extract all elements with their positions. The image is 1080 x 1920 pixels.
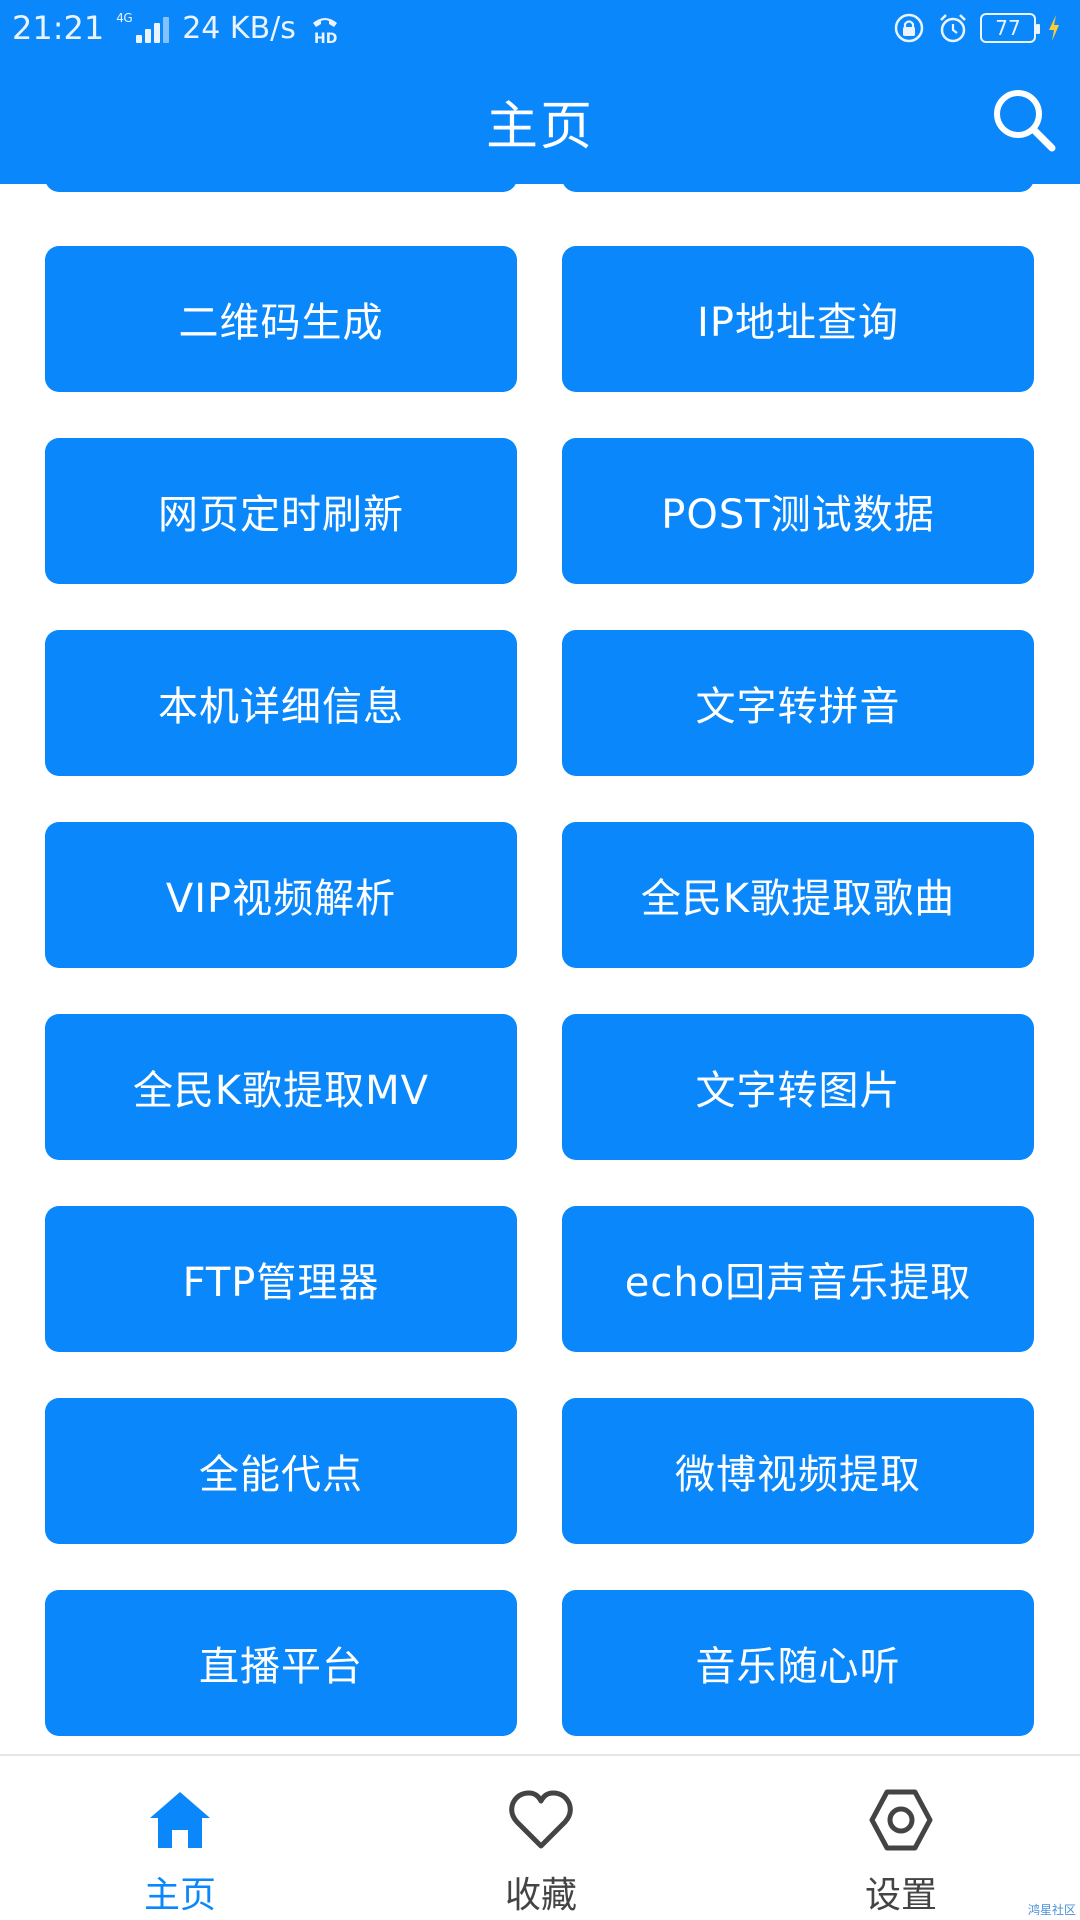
- battery-level: 77: [995, 16, 1021, 40]
- status-right: 77: [892, 11, 1068, 45]
- tool-button[interactable]: 文字转图片: [562, 1014, 1034, 1160]
- search-icon[interactable]: [990, 86, 1058, 154]
- tool-button[interactable]: 文字转拼音: [562, 630, 1034, 776]
- bottom-nav: 主页 收藏 设置: [0, 1754, 1080, 1920]
- nav-item-home[interactable]: 主页: [80, 1756, 280, 1920]
- status-bar: 21:21 4G 24 KB/s HD 77: [0, 0, 1080, 56]
- tool-button[interactable]: 全能代点: [45, 1398, 517, 1544]
- tool-button[interactable]: 网页定时刷新: [45, 438, 517, 584]
- tool-button[interactable]: 音乐随心听: [562, 1590, 1034, 1736]
- tool-button[interactable]: 微博视频提取: [562, 1398, 1034, 1544]
- rotation-lock-icon: [894, 13, 924, 43]
- tool-button[interactable]: echo回声音乐提取: [562, 1206, 1034, 1352]
- tool-list[interactable]: 二维码生成 IP地址查询 网页定时刷新 POST测试数据 本机详细信息 文字转拼…: [0, 184, 1080, 1754]
- nav-item-settings[interactable]: 设置: [801, 1756, 1001, 1920]
- home-icon: [150, 1792, 210, 1848]
- tool-button[interactable]: 直播平台: [45, 1590, 517, 1736]
- nav-label-home: 主页: [143, 1875, 216, 1916]
- tool-button[interactable]: IP地址查询: [562, 246, 1034, 392]
- tool-button[interactable]: 二维码生成: [45, 246, 517, 392]
- tool-button[interactable]: 全民K歌提取歌曲: [562, 822, 1034, 968]
- status-time: 21:21: [12, 9, 105, 47]
- tool-button[interactable]: 本机详细信息: [45, 630, 517, 776]
- page-title: 主页: [485, 97, 594, 157]
- heart-icon: [509, 1790, 573, 1849]
- tool-button[interactable]: [562, 184, 1034, 192]
- status-left: 21:21 4G 24 KB/s HD: [12, 9, 342, 47]
- tool-button[interactable]: 全民K歌提取MV: [45, 1014, 517, 1160]
- nav-item-favorites[interactable]: 收藏: [441, 1756, 641, 1920]
- tool-button[interactable]: FTP管理器: [45, 1206, 517, 1352]
- signal-icon: 4G: [116, 11, 170, 45]
- watermark: 鸿星社区: [1027, 1903, 1076, 1917]
- charging-icon: [1049, 15, 1059, 41]
- network-speed: 24 KB/s: [182, 10, 296, 46]
- network-type: 4G: [116, 11, 133, 25]
- svg-text:HD: HD: [314, 31, 337, 45]
- nav-label-settings: 设置: [864, 1875, 937, 1916]
- tool-button[interactable]: [45, 184, 517, 192]
- tool-button[interactable]: POST测试数据: [562, 438, 1034, 584]
- nav-label-favorites: 收藏: [504, 1875, 577, 1916]
- tool-button[interactable]: VIP视频解析: [45, 822, 517, 968]
- app-bar: 主页: [0, 56, 1080, 184]
- battery-icon: 77: [980, 13, 1040, 43]
- hd-call-icon: HD: [312, 18, 337, 45]
- alarm-icon: [940, 14, 966, 43]
- settings-icon: [869, 1789, 933, 1851]
- screen: 21:21 4G 24 KB/s HD 77 主页 二维码生成 IP地址查询 网…: [0, 0, 1080, 1920]
